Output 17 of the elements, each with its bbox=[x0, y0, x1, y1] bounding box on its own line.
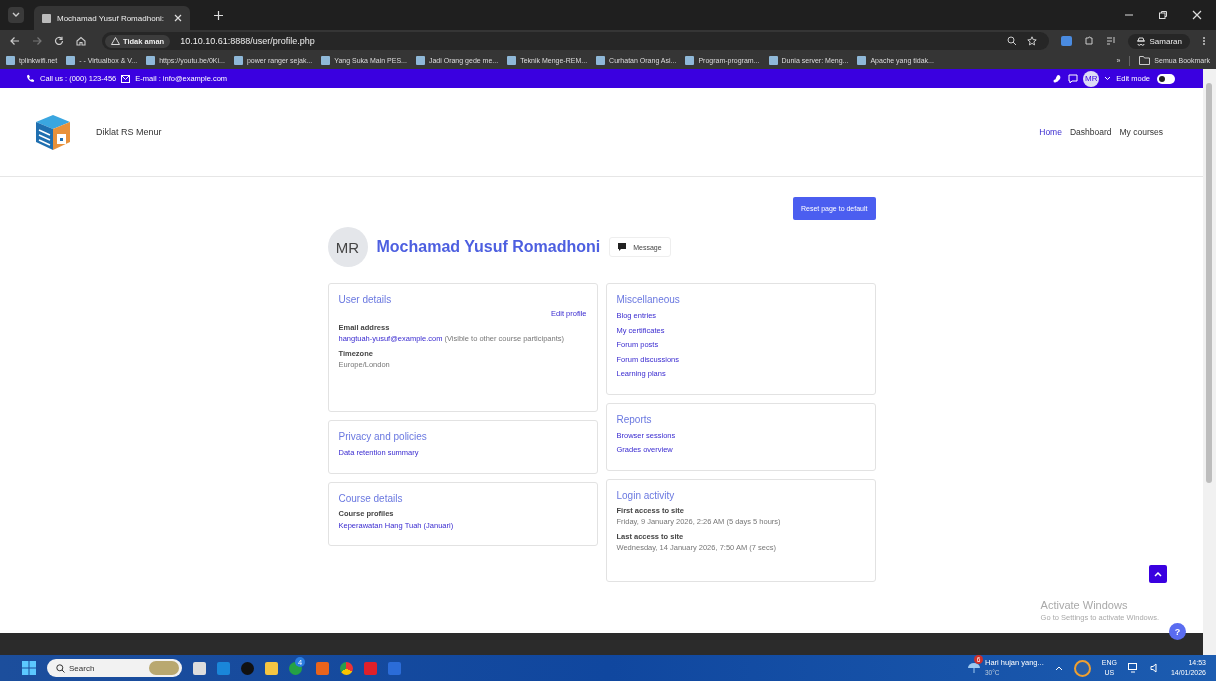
card-title: User details bbox=[338, 294, 393, 305]
card-title: Privacy and policies bbox=[338, 431, 428, 442]
card-title: Reports bbox=[616, 413, 653, 425]
profile-button[interactable]: Samaran bbox=[1127, 33, 1190, 49]
card-title: Course details bbox=[338, 492, 404, 504]
user-avatar: MR bbox=[327, 227, 368, 267]
nav-link[interactable]: Home bbox=[1039, 127, 1062, 137]
site-name[interactable]: Diklat RS Menur bbox=[96, 127, 162, 137]
card-title: Login activity bbox=[616, 489, 676, 501]
user-name: Mochamad Yusuf Romadhoni bbox=[376, 238, 601, 256]
nav-link[interactable]: Dashboard bbox=[1069, 127, 1112, 137]
user-avatar[interactable]: MR bbox=[1083, 70, 1100, 87]
nav-link[interactable]: My courses bbox=[1119, 127, 1163, 137]
help-button[interactable]: ? bbox=[1169, 623, 1186, 640]
activation-title: Activate Windows bbox=[1040, 599, 1129, 611]
card-title: Miscellaneous bbox=[616, 294, 681, 305]
browser-tab[interactable]: Mochamad Yusuf Romadhoni: bbox=[34, 6, 190, 30]
